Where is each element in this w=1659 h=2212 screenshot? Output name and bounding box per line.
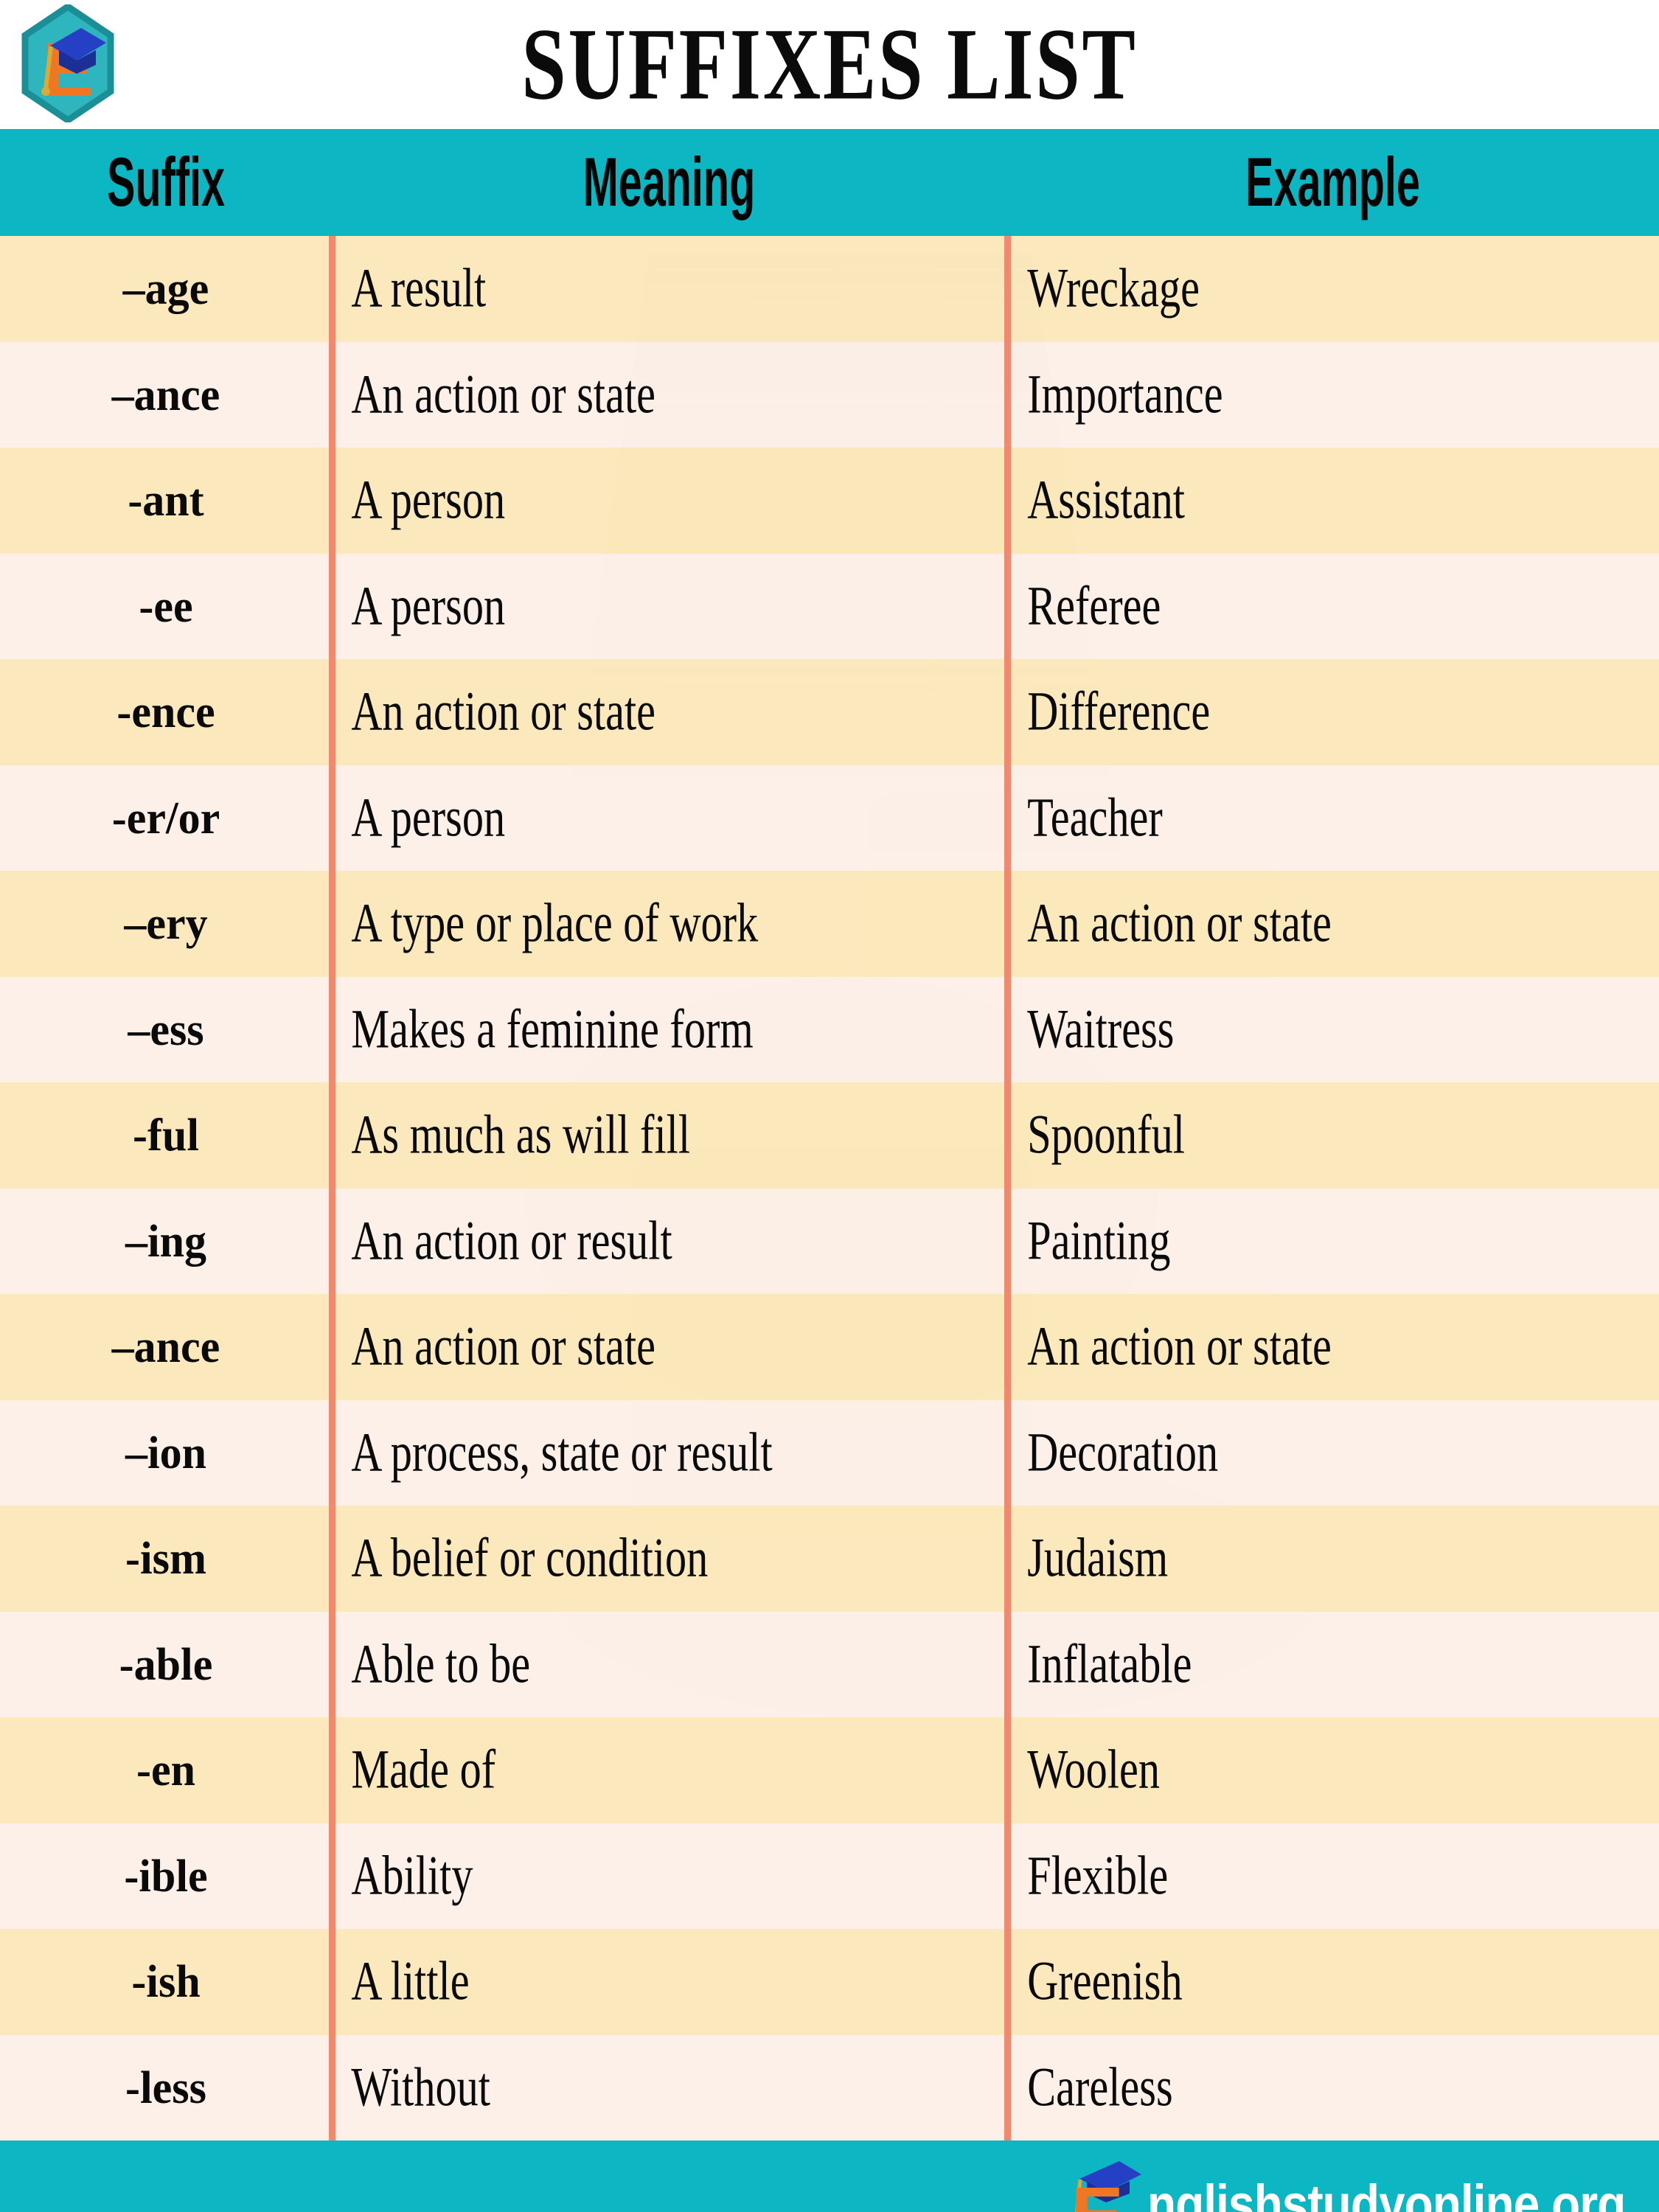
site-logo[interactable]: E nglishstudyonline.org (1065, 2160, 1632, 2212)
cell-meaning: An action or state (351, 364, 656, 425)
table-row: –ess Makes a feminine form Waitress (0, 976, 1659, 1082)
table-row: -ence An action or state Difference (0, 659, 1659, 765)
cell-suffix: -en (136, 1744, 195, 1795)
table-row: -ant A person Assistant (0, 448, 1659, 554)
page-title: SUFFIXES LIST (521, 7, 1138, 122)
cell-example: Teacher (1027, 787, 1163, 849)
table-row: -er/or A person Teacher (0, 765, 1659, 871)
table-body: –age A result Wreckage –ance An action or st… (0, 236, 1659, 2140)
cell-suffix: -ee (139, 580, 193, 632)
table-row: -ee A person Referee (0, 553, 1659, 659)
cell-meaning: A person (351, 575, 506, 637)
site-logo-icon: E (1071, 2161, 1141, 2212)
cell-suffix: -able (119, 1638, 213, 1690)
cell-suffix: -ism (125, 1532, 206, 1584)
cell-example: Assistant (1027, 469, 1185, 531)
cell-example: Painting (1027, 1210, 1171, 1272)
table-row: –ance An action or state An action or stat… (0, 1294, 1659, 1400)
column-header-example: Example (1245, 144, 1420, 221)
table-row: -ish A little Greenish (0, 1929, 1659, 2035)
cell-example: Decoration (1027, 1422, 1219, 1484)
table-row: -ible Ability Flexible (0, 1823, 1659, 1929)
cell-meaning: A person (351, 469, 506, 531)
cell-meaning: A person (351, 787, 506, 849)
cell-suffix: –ery (124, 897, 208, 949)
cell-suffix: –ess (128, 1004, 204, 1055)
cell-example: An action or state (1027, 1315, 1332, 1377)
table-row: -less Without Careless (0, 2034, 1659, 2140)
cell-meaning: Made of (351, 1739, 496, 1801)
table-row: –ion A process, state or result Decoration (0, 1399, 1659, 1506)
suffixes-table: Suffix Meaning Example –age A result Wreck… (0, 129, 1659, 2140)
cell-meaning: A result (351, 257, 487, 319)
cell-suffix: -ish (131, 1955, 201, 2007)
cell-example: Greenish (1027, 1950, 1183, 2012)
table-header-row: Suffix Meaning Example (0, 129, 1659, 236)
cell-meaning: Able to be (351, 1633, 531, 1695)
cell-meaning: An action or state (351, 1315, 656, 1377)
cell-meaning: A type or place of work (351, 892, 759, 954)
cell-example: Difference (1027, 681, 1211, 742)
cell-example: Judaism (1027, 1527, 1169, 1589)
cell-meaning: Makes a feminine form (351, 998, 754, 1060)
cell-suffix: -ful (133, 1109, 199, 1161)
cell-meaning: As much as will fill (351, 1104, 691, 1166)
cell-example: Wreckage (1027, 257, 1200, 319)
cell-example: Spoonful (1027, 1104, 1185, 1166)
cell-suffix: -ant (128, 474, 204, 526)
cell-meaning: Without (351, 2056, 490, 2118)
site-logo-letter: E (1071, 2170, 1124, 2212)
table-row: –age A result Wreckage (0, 236, 1659, 342)
column-header-meaning: Meaning (582, 144, 756, 221)
cell-meaning: A process, state or result (351, 1422, 773, 1484)
cell-meaning: A little (351, 1950, 470, 2012)
cell-suffix: -ible (124, 1850, 208, 1902)
cell-example: Careless (1027, 2056, 1173, 2118)
cell-example: Flexible (1027, 1845, 1169, 1907)
suffixes-list-poster: E SUFFIXES LIST Suffix Meaning Example –… (0, 0, 1659, 2212)
cell-meaning: An action or result (351, 1210, 672, 1272)
cell-example: Referee (1027, 575, 1161, 637)
table-row: -able Able to be Inflatable (0, 1611, 1659, 1717)
table-row: -ful As much as will fill Spoonful (0, 1082, 1659, 1189)
cell-meaning: A belief or condition (351, 1527, 709, 1589)
cell-suffix: -ence (116, 686, 215, 737)
cell-meaning: Ability (351, 1845, 473, 1907)
cell-suffix: –age (122, 262, 209, 314)
poster-header: E SUFFIXES LIST (0, 0, 1659, 129)
site-name-label: nglishstudyonline.org (1147, 2173, 1626, 2212)
cell-suffix: –ing (125, 1215, 207, 1267)
table-row: -ism A belief or condition Judaism (0, 1506, 1659, 1612)
cell-suffix: –ion (125, 1427, 207, 1478)
cell-meaning: An action or state (351, 681, 656, 742)
cell-suffix: -er/or (111, 792, 220, 844)
cell-example: An action or state (1027, 892, 1332, 954)
column-header-suffix: Suffix (106, 144, 225, 221)
poster-footer: E nglishstudyonline.org (0, 2140, 1659, 2212)
cell-suffix: –ance (111, 369, 220, 420)
cell-example: Waitress (1027, 998, 1175, 1060)
cell-example: Inflatable (1027, 1633, 1192, 1695)
cell-suffix: –ance (111, 1321, 220, 1372)
cell-suffix: -less (125, 2062, 206, 2113)
table-row: –ance An action or state Importance (0, 341, 1659, 448)
cell-example: Woolen (1027, 1739, 1161, 1801)
table-row: –ing An action or result Painting (0, 1188, 1659, 1294)
table-row: -en Made of Woolen (0, 1717, 1659, 1823)
table-row: –ery A type or place of work An action or … (0, 871, 1659, 977)
cell-example: Importance (1027, 364, 1223, 425)
